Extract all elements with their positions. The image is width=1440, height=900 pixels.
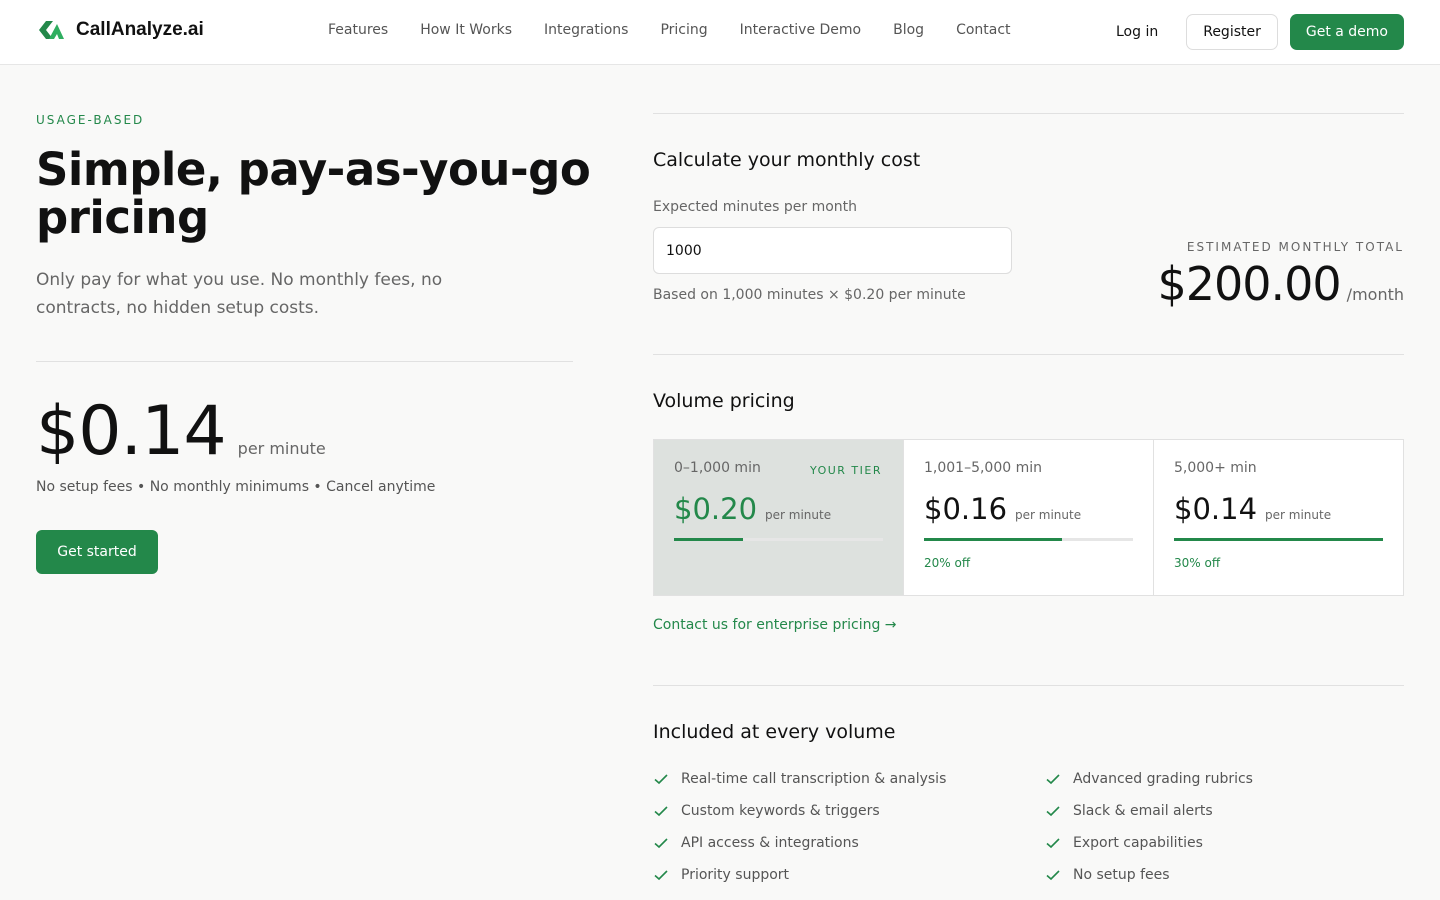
included-feature-label: Real-time call transcription & analysis	[681, 771, 947, 787]
list-item: API access & integrations	[653, 832, 1045, 854]
included-feature-label: Slack & email alerts	[1073, 803, 1213, 819]
nav-item-integrations[interactable]: Integrations	[544, 22, 628, 38]
your-tier-badge: YOUR TIER	[809, 464, 882, 477]
nav-item-blog[interactable]: Blog	[893, 22, 924, 38]
tier-card-2[interactable]: 1,001–5,000 min $0.16 per minute 20% off	[903, 440, 1153, 595]
tier-progress-fill	[674, 538, 743, 541]
calculation-note: Based on 1,000 minutes × $0.20 per minut…	[653, 287, 966, 303]
tier-card-1[interactable]: 0–1,000 min YOUR TIER $0.20 per minute	[654, 440, 903, 595]
tier-price: $0.16	[924, 492, 1008, 526]
hero-divider	[36, 361, 573, 362]
tier-progress-fill	[924, 538, 1062, 541]
tier-range: 1,001–5,000 min	[924, 460, 1043, 476]
tier-progress-bar	[1174, 538, 1383, 541]
included-feature-label: Priority support	[681, 867, 790, 883]
estimate-label: ESTIMATED MONTHLY TOTAL	[1186, 240, 1404, 254]
minutes-input-label: Expected minutes per month	[653, 199, 858, 215]
starting-price: $0.14 per minute	[36, 392, 326, 472]
list-item: Export capabilities	[1045, 832, 1404, 854]
nav-item-features[interactable]: Features	[328, 22, 388, 38]
list-item: Priority support	[653, 864, 1045, 886]
check-icon	[1046, 806, 1060, 817]
check-icon	[654, 774, 668, 785]
tier-range: 5,000+ min	[1174, 460, 1257, 476]
volume-divider	[653, 354, 1404, 355]
tier-card-3[interactable]: 5,000+ min $0.14 per minute 30% off	[1153, 440, 1403, 595]
brand-logo[interactable]: CallAnalyze.ai	[36, 18, 204, 42]
included-features-list: Real-time call transcription & analysis …	[653, 768, 1404, 886]
included-divider	[653, 685, 1404, 686]
main-nav: Features How It Works Integrations Prici…	[328, 22, 1011, 38]
brand-name: CallAnalyze.ai	[76, 19, 204, 40]
nav-item-interactive-demo[interactable]: Interactive Demo	[740, 22, 861, 38]
check-icon	[1046, 870, 1060, 881]
included-title: Included at every volume	[653, 721, 896, 743]
check-icon	[1046, 838, 1060, 849]
calculator-title: Calculate your monthly cost	[653, 149, 921, 171]
check-icon	[654, 838, 668, 849]
login-link[interactable]: Log in	[1116, 24, 1158, 40]
included-feature-label: No setup fees	[1073, 867, 1170, 883]
estimate-total: $200.00 /month	[1157, 254, 1404, 314]
hero-subtitle: Only pay for what you use. No monthly fe…	[36, 270, 443, 318]
check-icon	[654, 870, 668, 881]
nav-item-how-it-works[interactable]: How It Works	[420, 22, 512, 38]
starting-price-value: $0.14	[36, 392, 227, 471]
tier-discount: 30% off	[1174, 556, 1221, 570]
hero-features-line: No setup fees • No monthly minimums • Ca…	[36, 479, 436, 495]
included-feature-label: API access & integrations	[681, 835, 859, 851]
starting-price-unit: per minute	[237, 439, 326, 458]
tier-progress-fill	[1174, 538, 1383, 541]
list-item: Advanced grading rubrics	[1045, 768, 1404, 790]
list-item: Custom keywords & triggers	[653, 800, 1045, 822]
calculator-top-divider	[653, 113, 1404, 114]
page-title: Simple, pay-as-you-go pricing	[36, 143, 591, 244]
check-icon	[1046, 774, 1060, 785]
top-nav-bar: CallAnalyze.ai Features How It Works Int…	[0, 0, 1440, 65]
volume-tiers: 0–1,000 min YOUR TIER $0.20 per minute 1…	[653, 439, 1404, 596]
included-feature-label: Custom keywords & triggers	[681, 803, 880, 819]
nav-item-contact[interactable]: Contact	[956, 22, 1010, 38]
tier-unit: per minute	[1015, 508, 1082, 522]
hero-eyebrow: USAGE-BASED	[36, 113, 145, 127]
included-feature-label: Advanced grading rubrics	[1073, 771, 1253, 787]
minutes-input[interactable]	[653, 227, 1012, 274]
tier-price: $0.14	[1174, 492, 1258, 526]
logo-icon	[39, 21, 64, 39]
list-item: Real-time call transcription & analysis	[653, 768, 1045, 790]
tier-progress-bar	[674, 538, 883, 541]
list-item: Slack & email alerts	[1045, 800, 1404, 822]
volume-title: Volume pricing	[653, 390, 795, 412]
tier-unit: per minute	[765, 508, 832, 522]
tier-discount: 20% off	[924, 556, 971, 570]
list-item: No setup fees	[1045, 864, 1404, 886]
register-button[interactable]: Register	[1186, 14, 1278, 50]
nav-item-pricing[interactable]: Pricing	[660, 22, 707, 38]
enterprise-pricing-link[interactable]: Contact us for enterprise pricing →	[653, 617, 897, 633]
included-feature-label: Export capabilities	[1073, 835, 1203, 851]
tier-unit: per minute	[1265, 508, 1332, 522]
estimate-unit: /month	[1346, 285, 1404, 304]
get-started-button[interactable]: Get started	[36, 530, 158, 574]
estimate-value: $200.00	[1157, 257, 1341, 311]
tier-progress-bar	[924, 538, 1133, 541]
check-icon	[654, 806, 668, 817]
get-demo-button[interactable]: Get a demo	[1289, 14, 1404, 50]
tier-price: $0.20	[674, 492, 758, 526]
